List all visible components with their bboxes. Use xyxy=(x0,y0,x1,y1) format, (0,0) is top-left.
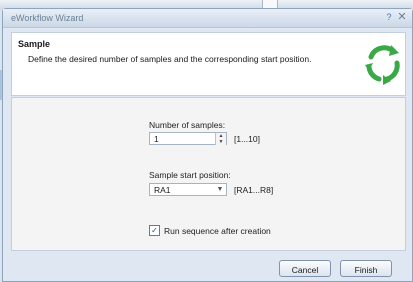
num-samples-range: [1...10] xyxy=(234,134,260,144)
button-bar: Cancel Finish xyxy=(3,255,412,281)
num-samples-stepper[interactable]: 1 ▲ ▼ xyxy=(149,132,227,145)
wizard-header: Sample Define the desired number of samp… xyxy=(11,32,406,96)
start-position-range: [RA1...R8] xyxy=(234,185,274,195)
help-icon[interactable]: ? xyxy=(384,12,394,22)
page-title: Sample xyxy=(18,39,51,49)
spin-down-icon[interactable]: ▼ xyxy=(215,139,226,145)
window-title: eWorkflow Wizard xyxy=(11,13,84,23)
start-position-value: RA1 xyxy=(154,185,171,195)
wizard-window: eWorkflow Wizard ? ✕ Sample Define the d… xyxy=(2,8,413,282)
num-samples-value: 1 xyxy=(154,134,159,144)
start-position-dropdown[interactable]: RA1 ▼ xyxy=(149,183,227,196)
cancel-button[interactable]: Cancel xyxy=(279,260,331,277)
recycle-arrows-icon xyxy=(365,45,400,85)
wizard-content: Number of samples: 1 ▲ ▼ [1...10] Sample… xyxy=(11,97,406,251)
title-bar[interactable]: eWorkflow Wizard ? ✕ xyxy=(3,9,412,28)
run-after-label[interactable]: Run sequence after creation xyxy=(164,226,271,236)
finish-button[interactable]: Finish xyxy=(340,260,392,277)
close-icon[interactable]: ✕ xyxy=(396,11,408,23)
chevron-down-icon[interactable]: ▼ xyxy=(214,184,226,195)
num-samples-label: Number of samples: xyxy=(149,120,226,130)
run-after-checkbox[interactable]: ✓ xyxy=(149,225,160,236)
start-position-label: Sample start position: xyxy=(149,170,231,180)
page-description: Define the desired number of samples and… xyxy=(28,54,312,64)
